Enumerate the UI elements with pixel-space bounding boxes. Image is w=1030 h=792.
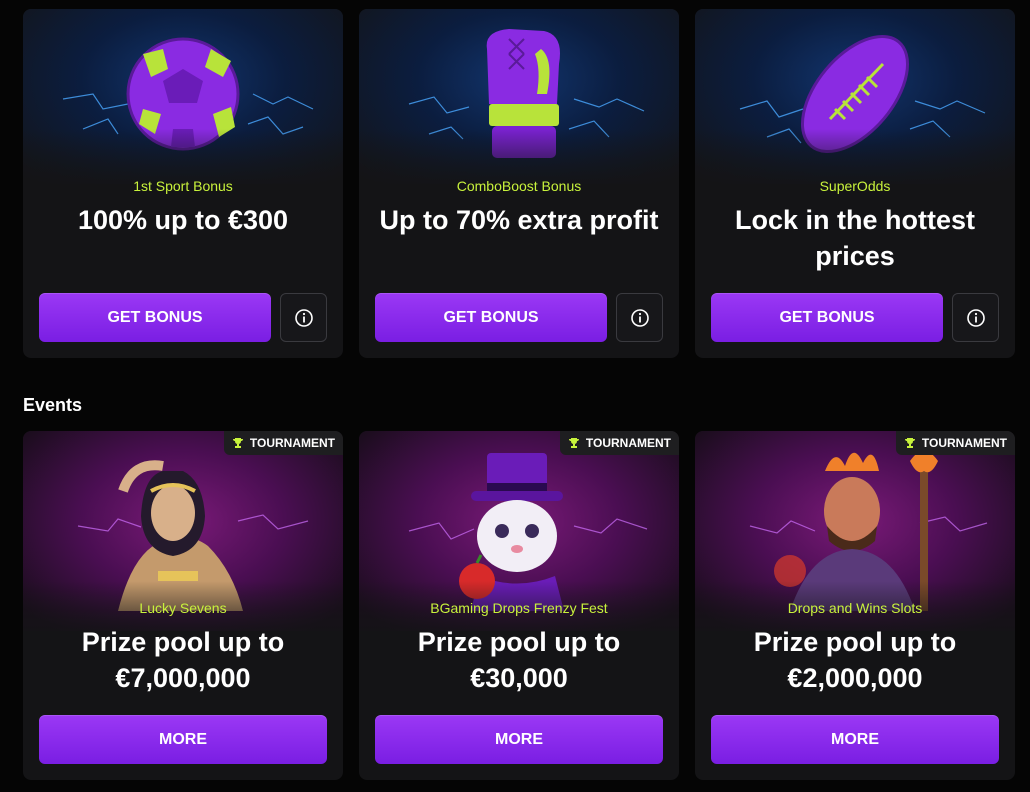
bonus-headline: 100% up to €300 bbox=[77, 205, 289, 235]
bonus-headline: Lock in the hottest prices bbox=[734, 205, 975, 271]
info-icon bbox=[966, 308, 985, 327]
event-subtitle: BGaming Drops Frenzy Fest bbox=[430, 600, 608, 616]
event-subtitle: Drops and Wins Slots bbox=[787, 600, 923, 616]
event-card-lucky-sevens: TOURNAMENT Lucky Sevens Prize pool up to… bbox=[23, 431, 343, 780]
bonus-subtitle: SuperOdds bbox=[819, 178, 891, 194]
get-bonus-button[interactable]: GET BONUS bbox=[711, 293, 943, 342]
bonus-card-superodds: SuperOdds Lock in the hottest prices GET… bbox=[695, 9, 1015, 358]
event-headline: Prize pool up to €7,000,000 bbox=[81, 627, 285, 693]
bonus-info-button[interactable] bbox=[616, 293, 663, 342]
event-card-drops-and-wins: TOURNAMENT Drops and Wins Slots Prize po… bbox=[695, 431, 1015, 780]
bonus-subtitle: ComboBoost Bonus bbox=[456, 178, 582, 194]
badge-label: TOURNAMENT bbox=[249, 436, 335, 450]
bonus-card-sport: 1st Sport Bonus 100% up to €300 GET BONU… bbox=[23, 9, 343, 358]
tournament-badge: TOURNAMENT bbox=[895, 431, 1015, 455]
trophy-icon bbox=[568, 438, 579, 448]
bonus-info-button[interactable] bbox=[952, 293, 999, 342]
bonus-headline: Up to 70% extra profit bbox=[379, 205, 659, 235]
promotions-page: 1st Sport Bonus 100% up to €300 GET BONU… bbox=[0, 0, 1030, 792]
event-headline: Prize pool up to €30,000 bbox=[417, 627, 621, 693]
bonus-subtitle: 1st Sport Bonus bbox=[133, 178, 233, 194]
more-button[interactable]: MORE bbox=[711, 715, 999, 764]
get-bonus-button[interactable]: GET BONUS bbox=[39, 293, 271, 342]
events-section-title: Events bbox=[23, 395, 83, 415]
more-button[interactable]: MORE bbox=[375, 715, 663, 764]
get-bonus-button[interactable]: GET BONUS bbox=[375, 293, 607, 342]
event-card-bgaming-drops: TOURNAMENT BGaming Drops Frenzy Fest Pri… bbox=[359, 431, 679, 780]
event-headline: Prize pool up to €2,000,000 bbox=[753, 627, 957, 693]
tournament-badge: TOURNAMENT bbox=[223, 431, 343, 455]
tournament-badge: TOURNAMENT bbox=[559, 431, 679, 455]
trophy-icon bbox=[232, 438, 243, 448]
badge-label: TOURNAMENT bbox=[921, 436, 1007, 450]
info-icon bbox=[294, 308, 313, 327]
more-button[interactable]: MORE bbox=[39, 715, 327, 764]
trophy-icon bbox=[904, 438, 915, 448]
bonus-card-comboboost: ComboBoost Bonus Up to 70% extra profit … bbox=[359, 9, 679, 358]
badge-label: TOURNAMENT bbox=[585, 436, 671, 450]
event-cards: TOURNAMENT Lucky Sevens Prize pool up to… bbox=[23, 431, 1015, 780]
bonus-info-button[interactable] bbox=[280, 293, 327, 342]
info-icon bbox=[630, 308, 649, 327]
bonus-cards: 1st Sport Bonus 100% up to €300 GET BONU… bbox=[23, 9, 1015, 358]
event-subtitle: Lucky Sevens bbox=[139, 600, 227, 616]
